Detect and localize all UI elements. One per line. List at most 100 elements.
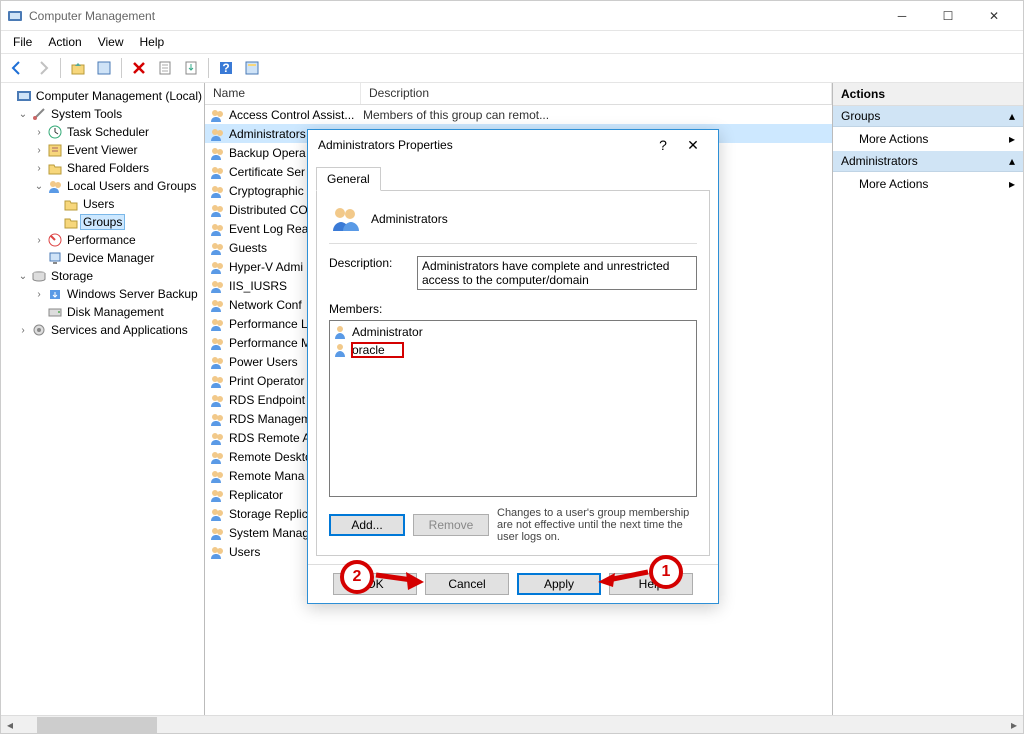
help-button[interactable]: ? — [214, 56, 238, 80]
member-row[interactable]: Administrator — [332, 323, 694, 341]
tree-item[interactable]: › Event Viewer — [1, 141, 204, 159]
tree-item[interactable]: ›Windows Server Backup — [1, 285, 204, 303]
menu-view[interactable]: View — [90, 32, 132, 52]
member-name: oracle — [352, 343, 403, 357]
expand-icon[interactable]: › — [33, 289, 45, 300]
tree-label: Services and Applications — [49, 323, 190, 337]
tree-icon — [31, 268, 47, 284]
tree-item[interactable]: Disk Management — [1, 303, 204, 321]
list-row[interactable]: Access Control Assist...Members of this … — [205, 105, 832, 124]
refresh-button[interactable] — [153, 56, 177, 80]
cancel-button[interactable]: Cancel — [425, 573, 509, 595]
column-name[interactable]: Name — [205, 83, 361, 104]
column-description[interactable]: Description — [361, 83, 832, 104]
app-icon — [7, 8, 23, 24]
group-icon — [209, 316, 225, 332]
actions-section-groups[interactable]: Groups ▴ — [833, 106, 1023, 127]
tree-item[interactable]: ⌄ Local Users and Groups — [1, 177, 204, 195]
tree-label: Local Users and Groups — [65, 179, 198, 193]
tree-item[interactable]: Device Manager — [1, 249, 204, 267]
expand-icon[interactable]: › — [17, 325, 29, 336]
actions-section-administrators[interactable]: Administrators ▴ — [833, 151, 1023, 172]
group-icon — [329, 203, 361, 235]
member-name: Administrator — [352, 325, 423, 339]
scroll-left-icon[interactable]: ◂ — [1, 716, 19, 734]
scroll-right-icon[interactable]: ▸ — [1005, 716, 1023, 734]
dialog-help-icon[interactable]: ? — [648, 137, 678, 153]
chevron-right-icon: ▸ — [1009, 177, 1015, 191]
scroll-thumb[interactable] — [37, 717, 157, 733]
tree-item[interactable]: › Services and Applications — [1, 321, 204, 339]
tree-label: Task Scheduler — [65, 125, 151, 139]
close-button[interactable]: ✕ — [971, 1, 1017, 31]
dialog-titlebar: Administrators Properties ? ✕ — [308, 130, 718, 160]
tree-icon — [47, 142, 63, 158]
tree-item[interactable]: Groups — [1, 213, 204, 231]
tree-item[interactable]: Computer Management (Local) — [1, 87, 204, 105]
group-icon — [209, 164, 225, 180]
view-button[interactable] — [240, 56, 264, 80]
properties-button[interactable] — [92, 56, 116, 80]
tree-item[interactable]: Users — [1, 195, 204, 213]
tree-label: Event Viewer — [65, 143, 139, 157]
tree-item[interactable]: ⌄ Storage — [1, 267, 204, 285]
svg-text:?: ? — [222, 61, 229, 75]
tree-icon — [47, 286, 63, 302]
horizontal-scrollbar[interactable]: ◂ ▸ — [1, 715, 1023, 733]
expand-icon[interactable]: › — [33, 163, 45, 174]
apply-button[interactable]: Apply — [517, 573, 601, 595]
delete-button[interactable] — [127, 56, 151, 80]
tree-item[interactable]: › Task Scheduler — [1, 123, 204, 141]
tree-label: Performance — [65, 233, 138, 247]
menu-help[interactable]: Help — [132, 32, 173, 52]
tree-item[interactable]: › Performance — [1, 231, 204, 249]
expand-icon[interactable]: ⌄ — [33, 181, 45, 192]
tree-item[interactable]: ›Shared Folders — [1, 159, 204, 177]
collapse-icon: ▴ — [1009, 109, 1015, 123]
tree-label: Disk Management — [65, 305, 166, 319]
maximize-button[interactable]: ☐ — [925, 1, 971, 31]
actions-pane: Actions Groups ▴ More Actions ▸ Administ… — [833, 83, 1023, 715]
menu-action[interactable]: Action — [40, 32, 89, 52]
export-button[interactable] — [179, 56, 203, 80]
forward-button[interactable] — [31, 56, 55, 80]
minimize-button[interactable]: ─ — [879, 1, 925, 31]
tree-icon — [31, 106, 47, 122]
tree-item[interactable]: ⌄System Tools — [1, 105, 204, 123]
menu-file[interactable]: File — [5, 32, 40, 52]
description-label: Description: — [329, 256, 409, 290]
actions-more-groups[interactable]: More Actions ▸ — [833, 127, 1023, 151]
expand-icon[interactable]: ⌄ — [17, 271, 29, 282]
expand-icon[interactable]: › — [33, 127, 45, 138]
group-icon — [209, 221, 225, 237]
expand-icon[interactable]: › — [33, 235, 45, 246]
tree-label: Device Manager — [65, 251, 156, 265]
description-field[interactable]: Administrators have complete and unrestr… — [417, 256, 697, 290]
group-icon — [209, 430, 225, 446]
group-icon — [209, 468, 225, 484]
member-row[interactable]: oracle — [332, 341, 694, 359]
group-icon — [209, 411, 225, 427]
tree-label: Storage — [49, 269, 95, 283]
group-icon — [209, 259, 225, 275]
actions-more-administrators[interactable]: More Actions ▸ — [833, 172, 1023, 196]
group-icon — [209, 297, 225, 313]
expand-icon[interactable]: › — [33, 145, 45, 156]
dialog-close-icon[interactable]: ✕ — [678, 137, 708, 154]
expand-icon[interactable]: ⌄ — [17, 109, 29, 120]
tree-icon — [16, 88, 32, 104]
remove-button[interactable]: Remove — [413, 514, 489, 536]
back-button[interactable] — [5, 56, 29, 80]
list-header: Name Description — [205, 83, 832, 105]
user-icon — [332, 342, 348, 358]
tab-general[interactable]: General — [316, 167, 381, 191]
administrators-properties-dialog: Administrators Properties ? ✕ General Ad… — [307, 129, 719, 604]
window-title: Computer Management — [29, 9, 879, 23]
group-icon — [209, 240, 225, 256]
add-button[interactable]: Add... — [329, 514, 405, 536]
toolbar: ? — [1, 53, 1023, 83]
group-icon — [209, 126, 225, 142]
annotation-step-2: 2 — [340, 560, 374, 594]
members-listbox[interactable]: Administrator oracle — [329, 320, 697, 497]
up-button[interactable] — [66, 56, 90, 80]
